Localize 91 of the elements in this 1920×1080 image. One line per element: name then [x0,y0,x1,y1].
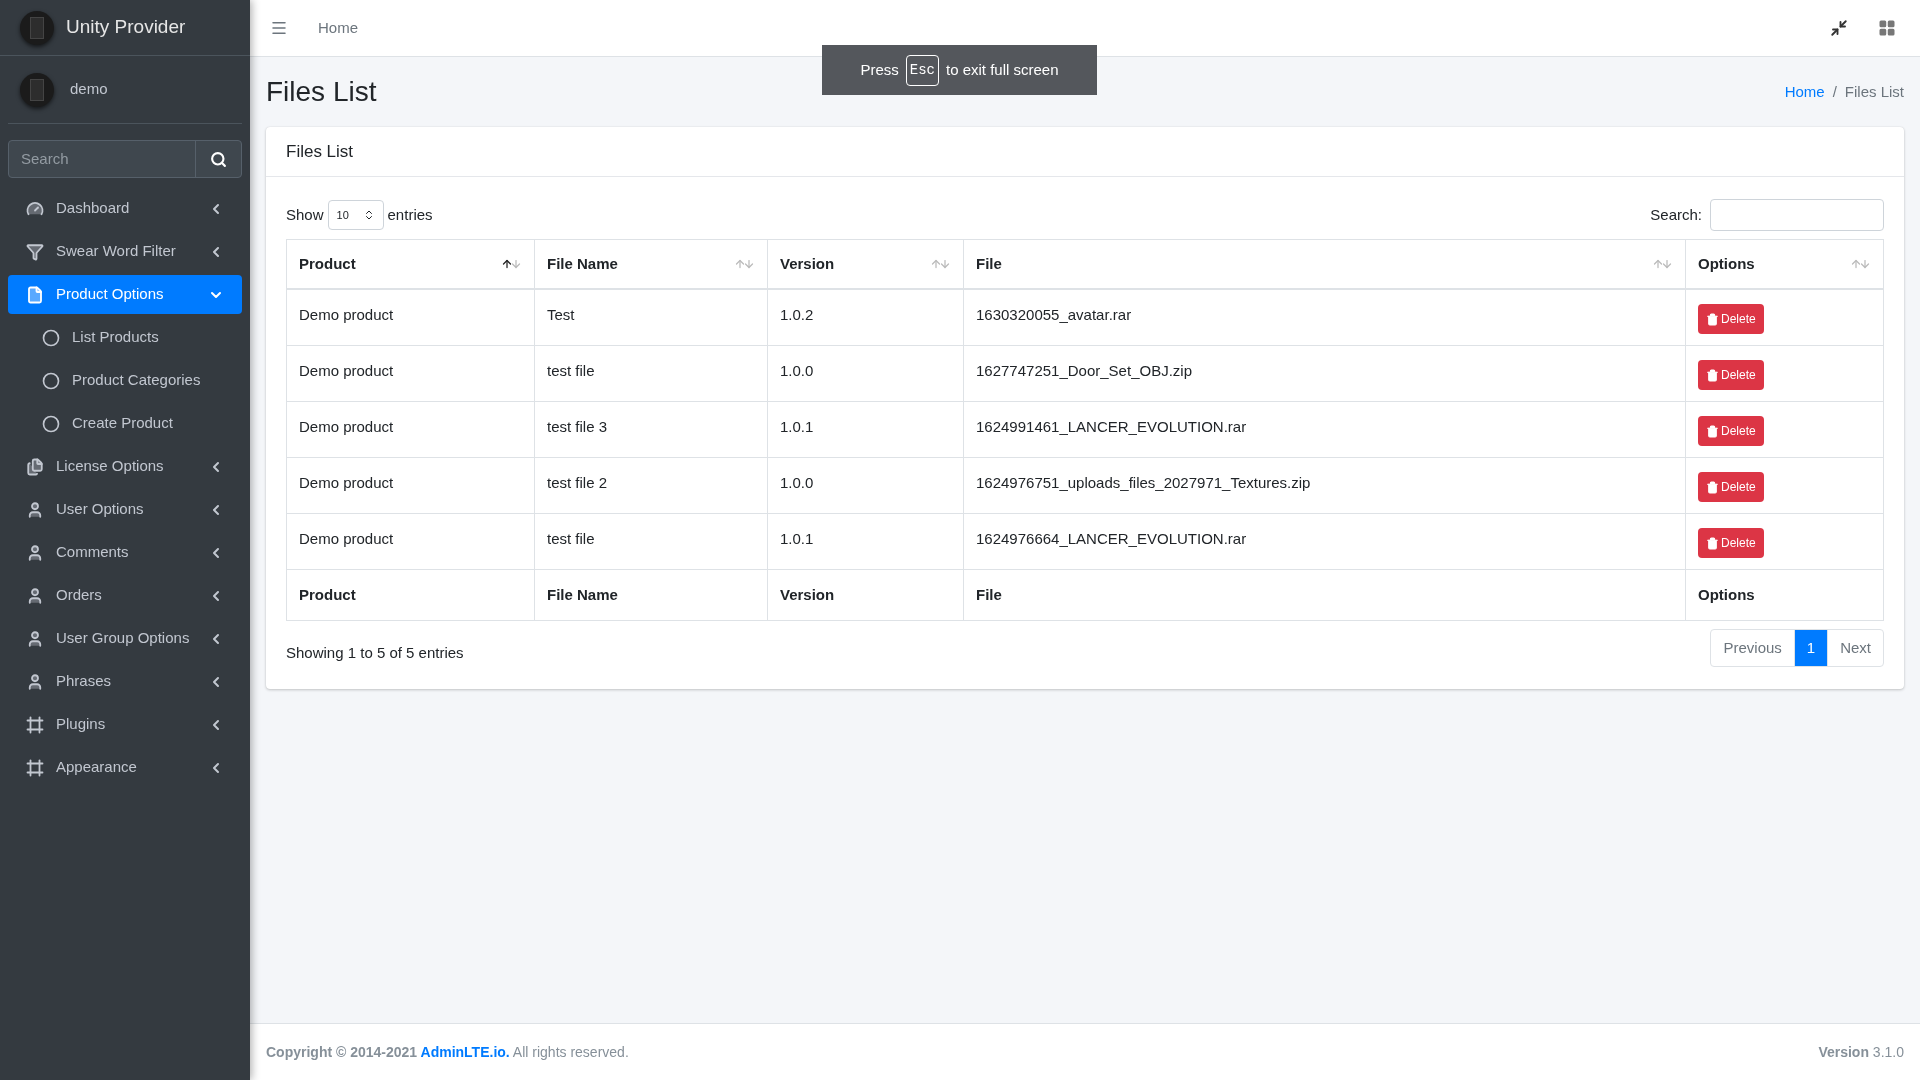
notice-text: to exit full screen [946,59,1059,80]
breadcrumb-separator: / [1832,81,1837,102]
adminlte-link[interactable]: AdminLTE.io. [420,1043,510,1060]
sidebar-subitem[interactable]: List Products [8,318,242,357]
delete-button[interactable]: Delete [1698,416,1764,446]
column-footer: Version [768,570,964,620]
circle-icon [42,414,60,433]
delete-button[interactable]: Delete [1698,360,1764,390]
table-cell: 1624976664_LANCER_EVOLUTION.rar [964,514,1686,569]
sidebar-search-input[interactable]: Search [9,141,195,177]
table-cell: test file 2 [535,458,768,513]
esc-key: Esc [905,54,939,86]
grid-icon [1878,19,1896,37]
table-cell: 1.0.1 [768,402,964,457]
breadcrumb-current: Files List [1844,81,1904,102]
notice-text: Press [860,59,899,80]
column-header[interactable]: Product [287,240,535,288]
table-info: Showing 1 to 5 of 5 entries [286,642,464,663]
card-title: Files List [286,140,354,163]
table-cell: Demo product [287,402,535,457]
sort-icon [1652,258,1673,270]
trash-icon [1706,312,1719,326]
trash-icon [1706,424,1719,438]
sidebar-item[interactable]: Comments [8,533,242,572]
trash-icon [1706,536,1719,550]
page-title: Files List [266,75,377,109]
sidebar-subitem[interactable]: Create Product [8,404,242,443]
table-cell: Test [535,290,768,345]
table-cell: test file [535,346,768,401]
table-cell: 1630320055_avatar.rar [964,290,1686,345]
version-text: Version 3.1.0 [1818,1042,1904,1062]
column-footer: File [964,570,1686,620]
table-cell: test file [535,514,768,569]
sidebar-item[interactable]: Orders [8,576,242,615]
sort-icon [734,258,755,270]
sidebar-subitem[interactable]: Product Categories [8,361,242,400]
sidebar-item[interactable]: User Group Options [8,619,242,658]
page-size-select[interactable]: 10 [327,200,384,230]
sidebar-item[interactable]: Appearance [8,748,242,787]
breadcrumb-link[interactable]: Home [1784,80,1825,104]
copyright-text: Copyright © 2014-2021 AdminLTE.io. All rights reserved. [266,1042,629,1062]
column-footer: Options [1686,570,1883,620]
table-cell: Demo product [287,346,535,401]
delete-button[interactable]: Delete [1698,528,1764,558]
delete-button[interactable]: Delete [1698,472,1764,502]
table-cell: 1624991461_LANCER_EVOLUTION.rar [964,402,1686,457]
table-search-field[interactable] [1710,199,1884,231]
user-name[interactable]: demo [70,78,108,101]
table-cell: 1.0.1 [768,514,964,569]
sidebar-item[interactable]: User Options [8,490,242,529]
pagination-button[interactable]: 1 [1793,630,1828,666]
column-header[interactable]: Version [768,240,964,288]
column-header[interactable]: File [964,240,1686,288]
delete-button[interactable]: Delete [1698,304,1764,334]
sidebar-search-field[interactable]: Search [8,140,242,178]
home-link[interactable]: Home [318,16,358,40]
column-footer: File Name [535,570,768,620]
entries-label: entries [387,204,433,225]
table-cell: 1.0.0 [768,346,964,401]
circle-icon [42,371,60,390]
table-cell: 1.0.2 [768,290,964,345]
sort-icon [1850,258,1871,270]
search-label: Search: [1650,204,1702,225]
table-cell: Demo product [287,458,535,513]
table-cell: Demo product [287,514,535,569]
table-cell: Demo product [287,290,535,345]
brand-name[interactable]: Unity Provider [66,13,186,42]
sidebar-item[interactable]: License Options [8,447,242,486]
exit-fullscreen-icon [1830,19,1848,37]
column-header[interactable]: File Name [535,240,768,288]
sort-icon [501,258,522,270]
sidebar-item[interactable]: Swear Word Filter [8,232,242,271]
table-cell: test file 3 [535,402,768,457]
trash-icon [1706,480,1719,494]
user-avatar [20,72,54,107]
show-label: Show [286,204,324,225]
sidebar-item[interactable]: Product Options [8,275,242,314]
table-cell: 1624976751_uploads_files_2027971_Textures.zip [964,458,1686,513]
pagination-button[interactable]: Next [1827,630,1883,666]
sidebar-item[interactable]: Plugins [8,705,242,744]
table-cell: 1627747251_Door_Set_OBJ.zip [964,346,1686,401]
sort-icon [930,258,951,270]
sidebar-item[interactable]: Dashboard [8,189,242,228]
column-footer: Product [287,570,535,620]
circle-icon [42,328,60,347]
table-cell: 1.0.0 [768,458,964,513]
sidebar-item[interactable]: Phrases [8,662,242,701]
brand-logo [20,10,54,45]
trash-icon [1706,368,1719,382]
pagination-button[interactable]: Previous [1711,630,1794,666]
column-header[interactable]: Options [1686,240,1883,288]
